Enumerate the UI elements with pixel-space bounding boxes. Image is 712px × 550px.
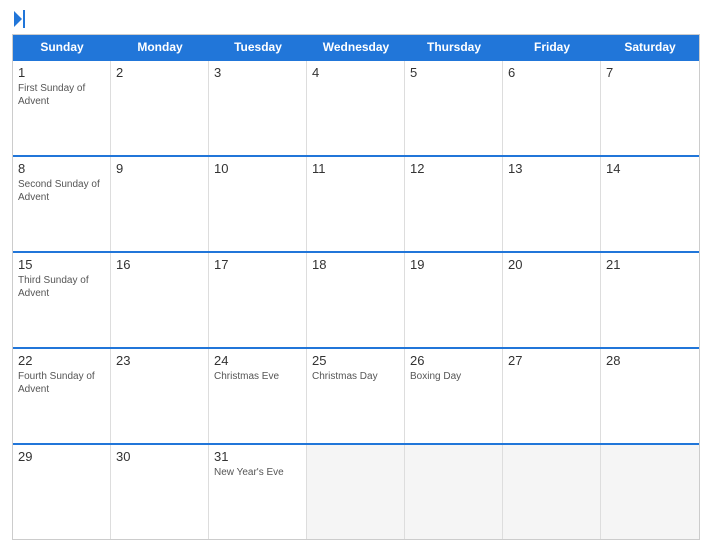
day-number: 1 <box>18 65 105 80</box>
calendar-cell: 31 New Year's Eve <box>209 445 307 539</box>
day-event: New Year's Eve <box>214 466 301 479</box>
day-number: 4 <box>312 65 399 80</box>
calendar-cell: 9 <box>111 157 209 251</box>
calendar-cell: 6 <box>503 61 601 155</box>
day-number: 15 <box>18 257 105 272</box>
day-event: Christmas Day <box>312 370 399 383</box>
calendar-week: 22 Fourth Sunday of Advent 23 24 Christmas E… <box>13 347 699 443</box>
day-number: 29 <box>18 449 105 464</box>
calendar-cell: 17 <box>209 253 307 347</box>
calendar-header-cell: Monday <box>111 35 209 59</box>
day-number: 14 <box>606 161 694 176</box>
logo-line-icon <box>23 10 25 28</box>
calendar-header-cell: Saturday <box>601 35 699 59</box>
calendar-cell: 21 <box>601 253 699 347</box>
calendar-cell: 12 <box>405 157 503 251</box>
day-number: 26 <box>410 353 497 368</box>
calendar-cell: 30 <box>111 445 209 539</box>
day-number: 31 <box>214 449 301 464</box>
calendar-cell: 27 <box>503 349 601 443</box>
day-number: 18 <box>312 257 399 272</box>
calendar-cell: 10 <box>209 157 307 251</box>
calendar-body: 1First Sunday of Advent2345678Second Sun… <box>13 59 699 539</box>
day-number: 8 <box>18 161 105 176</box>
day-number: 25 <box>312 353 399 368</box>
day-event: Christmas Eve <box>214 370 301 383</box>
day-event: Second Sunday of Advent <box>18 178 105 204</box>
day-number: 17 <box>214 257 301 272</box>
calendar-cell: 23 <box>111 349 209 443</box>
day-number: 24 <box>214 353 301 368</box>
calendar-cell: 22 Fourth Sunday of Advent <box>13 349 111 443</box>
calendar-cell: 13 <box>503 157 601 251</box>
calendar-header-cell: Wednesday <box>307 35 405 59</box>
calendar-cell <box>307 445 405 539</box>
calendar-cell: 1 First Sunday of Advent <box>13 61 111 155</box>
calendar-week: 1 First Sunday of Advent 234567 <box>13 59 699 155</box>
day-number: 16 <box>116 257 203 272</box>
calendar-week: 15 Third Sunday of Advent 16 17 18 19 20 21 <box>13 251 699 347</box>
calendar-cell: 5 <box>405 61 503 155</box>
calendar-cell: 25 Christmas Day <box>307 349 405 443</box>
day-number: 6 <box>508 65 595 80</box>
day-number: 20 <box>508 257 595 272</box>
calendar-cell: 16 <box>111 253 209 347</box>
day-number: 10 <box>214 161 301 176</box>
calendar-cell <box>405 445 503 539</box>
logo-triangle-icon <box>14 11 22 27</box>
header <box>12 10 700 26</box>
day-number: 22 <box>18 353 105 368</box>
calendar-cell: 29 <box>13 445 111 539</box>
day-number: 23 <box>116 353 203 368</box>
calendar-cell: 18 <box>307 253 405 347</box>
calendar-header-cell: Thursday <box>405 35 503 59</box>
day-number: 2 <box>116 65 203 80</box>
calendar: SundayMondayTuesdayWednesdayThursdayFrid… <box>12 34 700 540</box>
day-number: 5 <box>410 65 497 80</box>
logo <box>12 10 25 26</box>
calendar-cell: 3 <box>209 61 307 155</box>
calendar-cell: 20 <box>503 253 601 347</box>
calendar-header-cell: Friday <box>503 35 601 59</box>
day-number: 9 <box>116 161 203 176</box>
calendar-cell: 19 <box>405 253 503 347</box>
calendar-week: 29 30 31 New Year's Eve <box>13 443 699 539</box>
day-number: 12 <box>410 161 497 176</box>
calendar-header-row: SundayMondayTuesdayWednesdayThursdayFrid… <box>13 35 699 59</box>
day-event: First Sunday of Advent <box>18 82 105 108</box>
day-number: 3 <box>214 65 301 80</box>
calendar-cell: 8 Second Sunday of Advent <box>13 157 111 251</box>
calendar-header-cell: Sunday <box>13 35 111 59</box>
calendar-header-cell: Tuesday <box>209 35 307 59</box>
day-number: 21 <box>606 257 694 272</box>
day-number: 7 <box>606 65 694 80</box>
calendar-cell: 7 <box>601 61 699 155</box>
calendar-cell: 24 Christmas Eve <box>209 349 307 443</box>
day-event: Fourth Sunday of Advent <box>18 370 105 396</box>
calendar-cell: 11 <box>307 157 405 251</box>
day-number: 19 <box>410 257 497 272</box>
calendar-cell: 28 <box>601 349 699 443</box>
calendar-cell: 26 Boxing Day <box>405 349 503 443</box>
calendar-week: 8 Second Sunday of Advent 9 10 11 12 13 14 <box>13 155 699 251</box>
day-event: Third Sunday of Advent <box>18 274 105 300</box>
calendar-cell <box>503 445 601 539</box>
calendar-cell <box>601 445 699 539</box>
day-number: 27 <box>508 353 595 368</box>
day-event: Boxing Day <box>410 370 497 383</box>
calendar-cell: 2 <box>111 61 209 155</box>
calendar-cell: 4 <box>307 61 405 155</box>
calendar-cell: 15 Third Sunday of Advent <box>13 253 111 347</box>
day-number: 30 <box>116 449 203 464</box>
calendar-cell: 14 <box>601 157 699 251</box>
page: SundayMondayTuesdayWednesdayThursdayFrid… <box>0 0 712 550</box>
day-number: 13 <box>508 161 595 176</box>
day-number: 11 <box>312 161 399 176</box>
day-number: 28 <box>606 353 694 368</box>
